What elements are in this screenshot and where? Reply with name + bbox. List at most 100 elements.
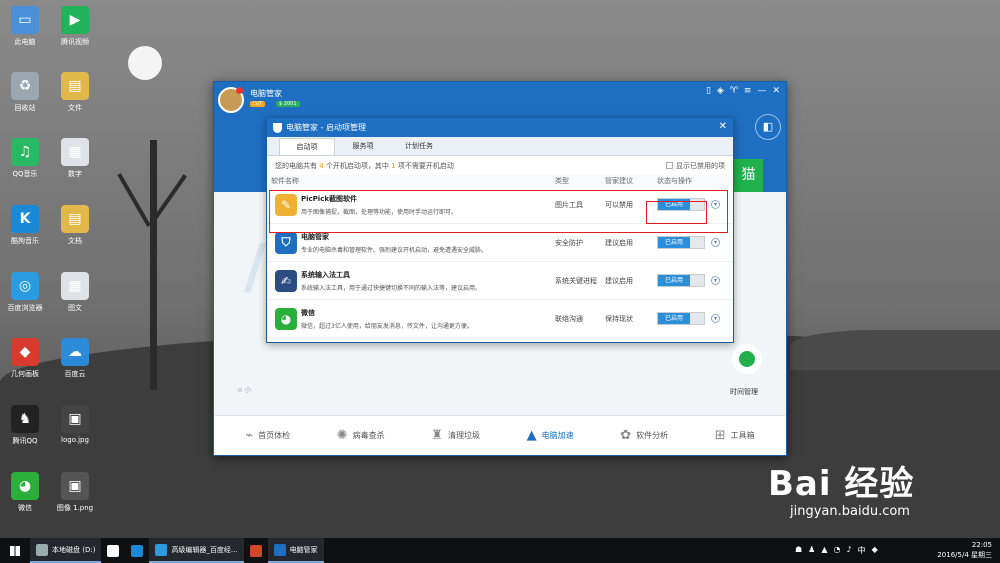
clock-badge[interactable] — [732, 344, 762, 374]
desktop-icon-label: 酷狗音乐 — [11, 237, 39, 245]
desktop-icon[interactable]: ▦ 数字 — [52, 138, 98, 179]
chevron-down-icon[interactable]: ▾ — [711, 276, 720, 285]
show-disabled-label: 显示已禁用的项 — [676, 161, 725, 170]
toolbar-item[interactable]: ✺ 病毒查杀 — [337, 428, 385, 443]
unneeded-count: 1 — [391, 161, 396, 170]
desktop-icon[interactable]: ▤ 文件 — [52, 72, 98, 113]
taskbar-item[interactable] — [125, 538, 149, 563]
wifi-icon[interactable]: ◔ — [834, 545, 841, 556]
document-icon: ▦ — [61, 272, 89, 300]
desktop-icon[interactable]: ♫ QQ音乐 — [2, 138, 48, 179]
taskbar-item[interactable]: 本地磁盘 (D:) — [30, 538, 102, 563]
desktop-icon-label: 图文 — [68, 304, 82, 312]
input-icon[interactable]: 中 — [858, 545, 866, 556]
toolbar-item[interactable]: ⊞ 工具箱 — [715, 428, 755, 443]
tab[interactable]: 服务项 — [335, 138, 391, 155]
desktop-icon-label: 文件 — [68, 104, 82, 112]
tab[interactable]: 启动项 — [279, 138, 335, 155]
date-text: 2016/5/4 星期三 — [937, 551, 992, 559]
shirt-icon[interactable]: ♈ — [730, 86, 738, 96]
watermark-logo: Bai 经验 — [768, 464, 915, 504]
col-advice: 管家建议 — [605, 176, 633, 185]
toolbar-item[interactable]: ✿ 软件分析 — [620, 428, 668, 443]
desktop-icon[interactable]: ▶ 腾讯视频 — [52, 6, 98, 47]
shield-icon: ⛉ — [275, 231, 297, 254]
col-type: 类型 — [555, 176, 569, 185]
toolbar-item[interactable]: ♜ 清理垃圾 — [431, 428, 480, 443]
drive-icon — [36, 543, 48, 556]
minimize-icon[interactable]: — — [757, 86, 766, 96]
software-name: 微信 — [301, 308, 315, 317]
close-icon[interactable]: ✕ — [719, 121, 727, 132]
network-icon[interactable]: ☗ — [795, 545, 802, 556]
software-name: 系统输入法工具 — [301, 270, 350, 279]
software-desc: 微信，超过3亿人使用，给朋友发消息，传文件，让沟通更方便。 — [301, 322, 473, 330]
rocket-icon: ▲ — [526, 428, 537, 443]
desktop-icon[interactable]: ▤ 文档 — [52, 205, 98, 246]
volume-icon[interactable]: ♪ — [846, 545, 851, 556]
desktop-icon[interactable]: ♞ 腾讯QQ — [2, 405, 48, 446]
desktop-icon-label: 几何画板 — [11, 370, 39, 378]
toolbar-item[interactable]: ⌁ 首页体检 — [245, 428, 290, 443]
time-text: 22:05 — [971, 541, 992, 549]
taskbar-item[interactable] — [244, 538, 268, 563]
time-manage-link[interactable]: 时间管理 — [730, 387, 758, 397]
desktop-icon[interactable]: K 酷狗音乐 — [2, 205, 48, 246]
broom-icon: ♜ — [431, 428, 443, 443]
status-label: 已启用 — [658, 275, 690, 286]
desktop-icon[interactable]: ◆ 几何画板 — [2, 338, 48, 379]
desktop-icon[interactable]: ▣ 图像 1.png — [52, 472, 98, 513]
desktop-icon-label: 腾讯QQ — [12, 437, 38, 445]
desktop-icon-label: 数字 — [68, 170, 82, 178]
desktop-icon-label: 图像 1.png — [56, 504, 94, 512]
taskbar-item[interactable] — [101, 538, 125, 563]
virus-scan-icon: ✺ — [336, 428, 348, 443]
side-panel-button[interactable]: ◧ — [755, 114, 781, 140]
status-toggle[interactable]: 已启用 — [657, 236, 705, 249]
taskbar-items: 本地磁盘 (D:) 高级编辑器_百度经... 电脑管家 — [30, 538, 324, 563]
antivirus-icon[interactable]: ◆ — [872, 545, 878, 556]
warning-icon[interactable]: ▲ — [821, 545, 827, 556]
close-icon[interactable]: ✕ — [772, 86, 780, 96]
shield-icon[interactable]: ◈ — [717, 86, 724, 96]
toolbar-item-label: 软件分析 — [636, 431, 669, 440]
chevron-down-icon[interactable]: ▾ — [711, 314, 720, 323]
bottom-toolbar: ⌁ 首页体检 ✺ 病毒查杀 ♜ 清理垃圾 ▲ 电脑加速 ✿ 软件分析 ⊞ 工具箱 — [214, 415, 786, 455]
status-toggle[interactable]: 已启用 — [657, 274, 705, 287]
software-type: 系统关键进程 — [555, 276, 597, 285]
tab[interactable]: 计划任务 — [391, 138, 447, 155]
desktop-icon[interactable]: ◕ 微信 — [2, 472, 48, 513]
desktop-icon[interactable]: ☁ 百度云 — [52, 338, 98, 379]
kugou-icon — [131, 544, 144, 557]
level-badge: LV7 — [250, 101, 265, 107]
desktop-icon[interactable]: ▦ 图文 — [52, 272, 98, 313]
row-text: 电脑管家 专业的电脑杀毒和管理软件。强烈建议开机启动，避免遭遇安全威胁。 — [301, 232, 555, 254]
toolbar-item-label: 清理垃圾 — [447, 431, 480, 440]
status-label: 已启用 — [658, 313, 690, 324]
status-toggle[interactable]: 已启用 — [657, 312, 705, 325]
watermark-url: jingyan.baidu.com — [790, 504, 910, 519]
store-icon — [107, 544, 120, 557]
menu-icon[interactable]: ≡ — [744, 86, 752, 96]
notification-dot — [236, 87, 243, 94]
show-disabled-checkbox[interactable]: 显示已禁用的项 — [666, 161, 725, 171]
clock[interactable]: 22:05 2016/5/4 星期三 — [937, 540, 992, 560]
desktop-icon[interactable]: ♻ 回收站 — [2, 72, 48, 113]
desktop-icon[interactable]: ▣ logo.jpg — [52, 405, 98, 444]
powerpoint-icon — [249, 544, 262, 557]
toolbar-item[interactable]: ▲ 电脑加速 — [527, 428, 574, 443]
tree-branch-decoration — [117, 173, 151, 227]
desktop-icon[interactable]: ▭ 此电脑 — [2, 6, 48, 47]
start-button[interactable] — [0, 538, 30, 563]
chevron-down-icon[interactable]: ▾ — [711, 238, 720, 247]
desktop-icon[interactable]: ◎ 百度浏览器 — [2, 272, 48, 313]
people-icon[interactable]: ♟ — [808, 545, 815, 556]
green-action-button[interactable]: 猫 — [734, 159, 763, 192]
taskbar-item[interactable]: 高级编辑器_百度经... — [149, 538, 244, 563]
windows-icon — [10, 545, 20, 556]
left-hint-label: 小 — [244, 386, 252, 394]
phone-icon[interactable]: ▯ — [706, 86, 711, 96]
taskbar-item[interactable]: 电脑管家 — [267, 538, 324, 563]
geometry-icon: ◆ — [11, 338, 39, 366]
table-row: ✍ 系统输入法工具 系统输入法工具，用于通过快捷键切换不同的输入法等，建议启用。… — [267, 262, 733, 300]
